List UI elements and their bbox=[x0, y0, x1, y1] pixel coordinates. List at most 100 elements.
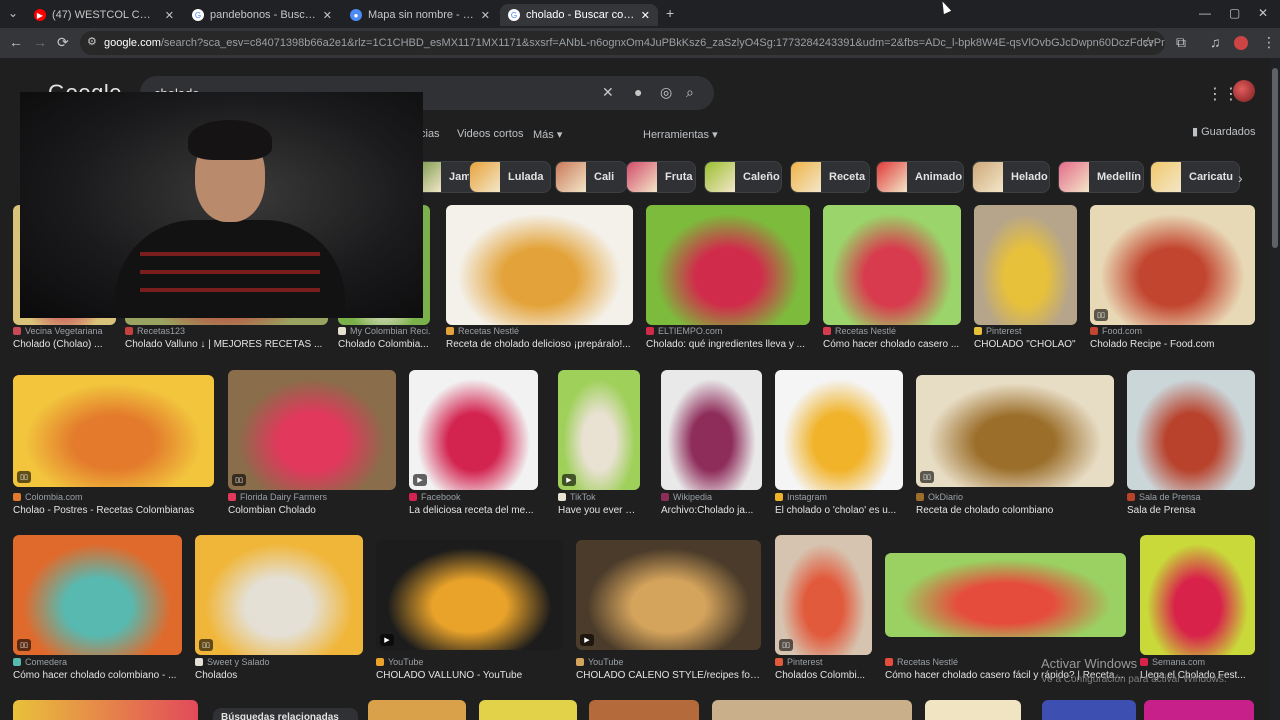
result-title[interactable]: El cholado o 'cholao' es u... bbox=[775, 505, 903, 516]
result-thumbnail-peek[interactable] bbox=[925, 700, 1021, 720]
chips-next-icon[interactable]: › bbox=[1238, 170, 1243, 186]
result-thumbnail-peek[interactable] bbox=[712, 700, 912, 720]
page-scrollbar[interactable] bbox=[1270, 58, 1280, 720]
result-thumbnail[interactable] bbox=[646, 205, 810, 325]
result-source[interactable]: YouTube bbox=[576, 657, 761, 667]
result-title[interactable]: Cholados bbox=[195, 670, 363, 681]
extensions-icon[interactable]: ⧉ bbox=[1176, 34, 1186, 51]
result-title[interactable]: Have you ever had... bbox=[558, 505, 640, 516]
search-icon[interactable]: ⌕ bbox=[686, 84, 694, 101]
result-source[interactable]: Recetas123 bbox=[125, 326, 328, 336]
result-title[interactable]: Cómo hacer cholado casero ... bbox=[823, 339, 961, 350]
result-source[interactable]: Recetas Nestlé bbox=[446, 326, 633, 336]
browser-menu-icon[interactable]: ⋮ bbox=[1262, 34, 1276, 51]
chip-6[interactable]: Animado bbox=[876, 161, 964, 193]
browser-tab-cholado[interactable]: G cholado - Buscar con Google ✕ bbox=[500, 4, 658, 26]
result-title[interactable]: La deliciosa receta del me... bbox=[409, 505, 538, 516]
result-title[interactable]: Cholado Valluno ↓ | MEJORES RECETAS ... bbox=[125, 339, 328, 350]
profile-avatar[interactable] bbox=[1234, 36, 1248, 50]
result-thumbnail[interactable]: ▯▯ bbox=[228, 370, 396, 490]
tab-mas[interactable]: Más ▾ bbox=[533, 128, 562, 141]
tab-close-icon[interactable]: ✕ bbox=[165, 9, 174, 22]
result-thumbnail[interactable] bbox=[446, 205, 633, 325]
chip-7[interactable]: Helado bbox=[972, 161, 1050, 193]
result-thumbnail[interactable] bbox=[974, 205, 1077, 325]
result-source[interactable]: Food.com bbox=[1090, 326, 1255, 336]
result-source[interactable]: Instagram bbox=[775, 492, 903, 502]
lens-search-icon[interactable]: ◎ bbox=[660, 84, 672, 101]
result-thumbnail[interactable]: ▯▯ bbox=[916, 375, 1114, 487]
result-thumbnail[interactable]: ▯▯ bbox=[13, 375, 214, 487]
result-thumbnail-peek[interactable] bbox=[368, 700, 466, 720]
result-thumbnail[interactable] bbox=[1127, 370, 1255, 490]
result-source[interactable]: TikTok bbox=[558, 492, 640, 502]
result-source[interactable]: Wikipedia bbox=[661, 492, 762, 502]
result-title[interactable]: Cholado: qué ingredientes lleva y ... bbox=[646, 339, 810, 350]
result-thumbnail[interactable]: ▶ bbox=[376, 540, 563, 650]
result-thumbnail-peek[interactable] bbox=[1042, 700, 1136, 720]
browser-tab-mapa[interactable]: ● Mapa sin nombre - Google Ear ✕ bbox=[342, 4, 498, 26]
result-title[interactable]: Cholado Recipe - Food.com bbox=[1090, 339, 1255, 350]
result-source[interactable]: Sala de Prensa bbox=[1127, 492, 1255, 502]
tab-close-icon[interactable]: ✕ bbox=[641, 9, 650, 22]
chip-8[interactable]: Medellín bbox=[1058, 161, 1144, 193]
reload-button[interactable]: ⟳ bbox=[57, 34, 69, 51]
result-title[interactable]: Colombian Cholado bbox=[228, 505, 396, 516]
result-title[interactable]: Cholado Colombia... bbox=[338, 339, 430, 350]
result-source[interactable]: Pinterest bbox=[974, 326, 1077, 336]
result-title[interactable]: CHOLADO VALLUNO - YouTube bbox=[376, 670, 563, 681]
result-source[interactable]: YouTube bbox=[376, 657, 563, 667]
browser-tab-pandebonos[interactable]: G pandebonos - Buscar con Goog ✕ bbox=[184, 4, 340, 26]
result-source[interactable]: Sweet y Salado bbox=[195, 657, 363, 667]
result-source[interactable]: OkDiario bbox=[916, 492, 1114, 502]
result-thumbnail[interactable]: ▶ bbox=[409, 370, 538, 490]
result-thumbnail-peek[interactable] bbox=[589, 700, 699, 720]
account-avatar[interactable] bbox=[1233, 80, 1255, 102]
browser-tab-westcol[interactable]: ▶ (47) WESTCOL CONFRONTÓ a F ✕ bbox=[26, 4, 182, 26]
result-source[interactable]: Pinterest bbox=[775, 657, 872, 667]
media-control-icon[interactable]: ♫ bbox=[1210, 34, 1221, 50]
address-bar[interactable]: ⚙ google.com/search?sca_esv=c84071398b66… bbox=[80, 31, 1165, 55]
result-thumbnail[interactable]: ▯▯ bbox=[775, 535, 872, 655]
result-thumbnail[interactable]: ▯▯ bbox=[1090, 205, 1255, 325]
result-source[interactable]: Comedera bbox=[13, 657, 182, 667]
result-source[interactable]: Colombia.com bbox=[13, 492, 214, 502]
chip-1[interactable]: Lulada bbox=[469, 161, 551, 193]
result-thumbnail[interactable] bbox=[885, 553, 1126, 637]
maximize-button[interactable]: ▢ bbox=[1229, 6, 1240, 20]
result-thumbnail[interactable] bbox=[661, 370, 762, 490]
tab-search-icon[interactable]: ⌄ bbox=[8, 6, 18, 20]
result-thumbnail-peek[interactable] bbox=[479, 700, 577, 720]
site-info-icon[interactable]: ⚙ bbox=[87, 35, 97, 48]
back-button[interactable]: ← bbox=[9, 34, 23, 50]
chip-3[interactable]: Fruta bbox=[626, 161, 696, 193]
close-window-button[interactable]: ✕ bbox=[1258, 6, 1268, 20]
voice-search-icon[interactable]: ● bbox=[634, 84, 642, 100]
result-thumbnail[interactable]: ▶ bbox=[576, 540, 761, 650]
clear-search-icon[interactable]: ✕ bbox=[602, 84, 614, 101]
tab-videos-cortos[interactable]: Videos cortos bbox=[457, 128, 523, 140]
result-title[interactable]: Cómo hacer cholado colombiano - ... bbox=[13, 670, 182, 681]
result-source[interactable]: Recetas Nestlé bbox=[823, 326, 961, 336]
result-thumbnail[interactable] bbox=[775, 370, 903, 490]
result-source[interactable]: Vecina Vegetariana bbox=[13, 326, 116, 336]
tab-close-icon[interactable]: ✕ bbox=[323, 9, 332, 22]
scrollbar-thumb[interactable] bbox=[1272, 68, 1278, 248]
result-thumbnail[interactable]: ▯▯ bbox=[13, 535, 182, 655]
forward-button[interactable]: → bbox=[33, 34, 47, 50]
tab-close-icon[interactable]: ✕ bbox=[481, 9, 490, 22]
result-source[interactable]: Florida Dairy Farmers bbox=[228, 492, 396, 502]
result-title[interactable]: Receta de cholado delicioso ¡prepáralo!.… bbox=[446, 339, 633, 350]
result-source[interactable]: ELTIEMPO.com bbox=[646, 326, 810, 336]
result-title[interactable]: Cholao - Postres - Recetas Colombianas bbox=[13, 505, 214, 516]
minimize-button[interactable]: — bbox=[1199, 6, 1211, 20]
result-title[interactable]: Archivo:Cholado ja... bbox=[661, 505, 762, 516]
result-title[interactable]: CHOLADO CALEÑO STYLE/recipes for... bbox=[576, 670, 761, 681]
result-title[interactable]: CHOLADO "CHOLAO" bbox=[974, 339, 1077, 350]
result-title[interactable]: Receta de cholado colombiano bbox=[916, 505, 1114, 516]
new-tab-button[interactable]: + bbox=[666, 5, 674, 21]
result-thumbnail[interactable]: ▯▯ bbox=[195, 535, 363, 655]
chip-5[interactable]: Receta bbox=[790, 161, 870, 193]
result-title[interactable]: Cholado (Cholao) ... bbox=[13, 339, 116, 350]
result-thumbnail[interactable]: ▶ bbox=[558, 370, 640, 490]
